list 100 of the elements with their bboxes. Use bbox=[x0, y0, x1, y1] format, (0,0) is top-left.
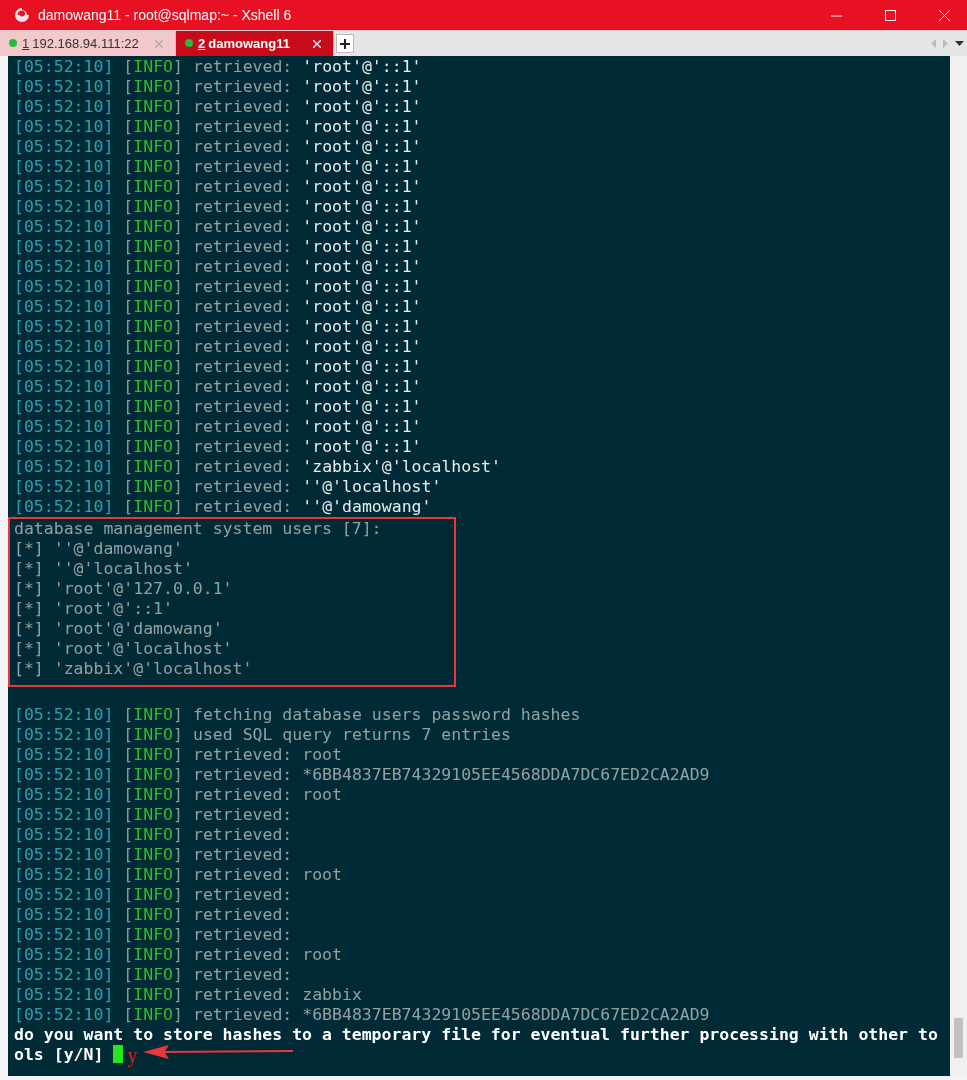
log-message: retrieved: bbox=[192, 317, 293, 337]
timestamp: [05:52:10] bbox=[14, 477, 114, 497]
output-heading: database management system users [7]: bbox=[14, 519, 383, 539]
timestamp: [05:52:10] bbox=[14, 297, 114, 317]
log-value: 'root'@'::1' bbox=[302, 197, 422, 217]
user-entry: [*] 'root'@'damowang' bbox=[14, 619, 224, 639]
log-message: retrieved: bbox=[192, 885, 293, 905]
log-message: retrieved: bbox=[192, 137, 293, 157]
timestamp: [05:52:10] bbox=[14, 885, 114, 905]
log-value: 'root'@'::1' bbox=[302, 177, 422, 197]
log-level: [INFO] bbox=[123, 845, 183, 865]
log-message: retrieved: bbox=[192, 117, 293, 137]
user-entry: [*] 'zabbix'@'localhost' bbox=[14, 659, 254, 679]
log-level: [INFO] bbox=[123, 765, 183, 785]
log-message: retrieved: root bbox=[192, 785, 342, 805]
timestamp: [05:52:10] bbox=[14, 965, 114, 985]
log-value: 'root'@'::1' bbox=[302, 397, 422, 417]
terminal[interactable] bbox=[8, 56, 950, 1076]
log-message: retrieved: root bbox=[192, 945, 342, 965]
log-level: [INFO] bbox=[123, 865, 183, 885]
timestamp: [05:52:10] bbox=[14, 177, 114, 197]
log-message: retrieved: root bbox=[192, 865, 342, 885]
log-message: retrieved: bbox=[192, 277, 293, 297]
timestamp: [05:52:10] bbox=[14, 57, 114, 77]
log-level: [INFO] bbox=[123, 57, 183, 77]
timestamp: [05:52:10] bbox=[14, 1005, 114, 1025]
log-message: retrieved: bbox=[192, 437, 293, 457]
log-message: retrieved: bbox=[192, 217, 293, 237]
log-value: ''@'localhost' bbox=[302, 477, 442, 497]
log-level: [INFO] bbox=[123, 397, 183, 417]
log-message: retrieved: bbox=[192, 825, 293, 845]
log-message: retrieved: bbox=[192, 477, 293, 497]
timestamp: [05:52:10] bbox=[14, 77, 114, 97]
maximize-icon[interactable] bbox=[884, 9, 896, 21]
log-message: retrieved: bbox=[192, 925, 293, 945]
scrollbar[interactable] bbox=[950, 56, 967, 1076]
log-value: 'root'@'::1' bbox=[302, 337, 422, 357]
log-level: [INFO] bbox=[123, 785, 183, 805]
log-level: [INFO] bbox=[123, 177, 183, 197]
log-value: 'root'@'::1' bbox=[302, 417, 422, 437]
log-value: 'root'@'::1' bbox=[302, 117, 422, 137]
timestamp: [05:52:10] bbox=[14, 277, 114, 297]
timestamp: [05:52:10] bbox=[14, 845, 114, 865]
close-icon[interactable] bbox=[938, 9, 950, 21]
timestamp: [05:52:10] bbox=[14, 825, 114, 845]
timestamp: [05:52:10] bbox=[14, 197, 114, 217]
log-message: retrieved: bbox=[192, 965, 293, 985]
timestamp: [05:52:10] bbox=[14, 157, 114, 177]
session-tab[interactable]: 1 192.168.94.111:22 bbox=[0, 31, 176, 56]
prompt-text: do you want to store hashes to a temporary file for eventual further processing with other to bbox=[14, 1025, 939, 1045]
log-level: [INFO] bbox=[123, 157, 183, 177]
log-level: [INFO] bbox=[123, 1005, 183, 1025]
log-level: [INFO] bbox=[123, 217, 183, 237]
log-message: retrieved: bbox=[192, 417, 293, 437]
new-tab-button[interactable] bbox=[336, 34, 354, 53]
log-message: retrieved: bbox=[192, 177, 293, 197]
log-level: [INFO] bbox=[123, 377, 183, 397]
timestamp: [05:52:10] bbox=[14, 257, 114, 277]
timestamp: [05:52:10] bbox=[14, 985, 114, 1005]
log-level: [INFO] bbox=[123, 417, 183, 437]
log-level: [INFO] bbox=[123, 905, 183, 925]
timestamp: [05:52:10] bbox=[14, 745, 114, 765]
scroll-thumb[interactable] bbox=[954, 1018, 963, 1058]
log-message: retrieved: bbox=[192, 457, 293, 477]
log-level: [INFO] bbox=[123, 497, 183, 517]
log-level: [INFO] bbox=[123, 77, 183, 97]
plus-icon bbox=[340, 38, 350, 49]
log-message: retrieved: bbox=[192, 237, 293, 257]
timestamp: [05:52:10] bbox=[14, 377, 114, 397]
log-value: 'root'@'::1' bbox=[302, 317, 422, 337]
session-tab[interactable]: 2 damowang11 bbox=[176, 31, 334, 56]
log-message: retrieved: bbox=[192, 377, 293, 397]
log-level: [INFO] bbox=[123, 437, 183, 457]
log-message: retrieved: bbox=[192, 77, 293, 97]
log-level: [INFO] bbox=[123, 297, 183, 317]
timestamp: [05:52:10] bbox=[14, 237, 114, 257]
log-message: retrieved: root bbox=[192, 745, 342, 765]
user-entry: [*] ''@'damowang' bbox=[14, 539, 184, 559]
timestamp: [05:52:10] bbox=[14, 337, 114, 357]
window-title: damowang11 - root@sqlmap:~ - Xshell 6 bbox=[38, 7, 293, 23]
timestamp: [05:52:10] bbox=[14, 317, 114, 337]
timestamp: [05:52:10] bbox=[14, 217, 114, 237]
log-level: [INFO] bbox=[123, 925, 183, 945]
timestamp: [05:52:10] bbox=[14, 805, 114, 825]
log-level: [INFO] bbox=[123, 197, 183, 217]
log-value: 'root'@'::1' bbox=[302, 237, 422, 257]
timestamp: [05:52:10] bbox=[14, 437, 114, 457]
timestamp: [05:52:10] bbox=[14, 765, 114, 785]
log-value: 'root'@'::1' bbox=[302, 137, 422, 157]
timestamp: [05:52:10] bbox=[14, 497, 114, 517]
log-value: 'root'@'::1' bbox=[302, 57, 422, 77]
log-message: retrieved: bbox=[192, 497, 293, 517]
timestamp: [05:52:10] bbox=[14, 357, 114, 377]
log-message: retrieved: bbox=[192, 97, 293, 117]
log-message: retrieved: bbox=[192, 805, 293, 825]
log-level: [INFO] bbox=[123, 725, 183, 745]
timestamp: [05:52:10] bbox=[14, 457, 114, 477]
log-level: [INFO] bbox=[123, 337, 183, 357]
log-level: [INFO] bbox=[123, 97, 183, 117]
log-value: 'root'@'::1' bbox=[302, 377, 422, 397]
